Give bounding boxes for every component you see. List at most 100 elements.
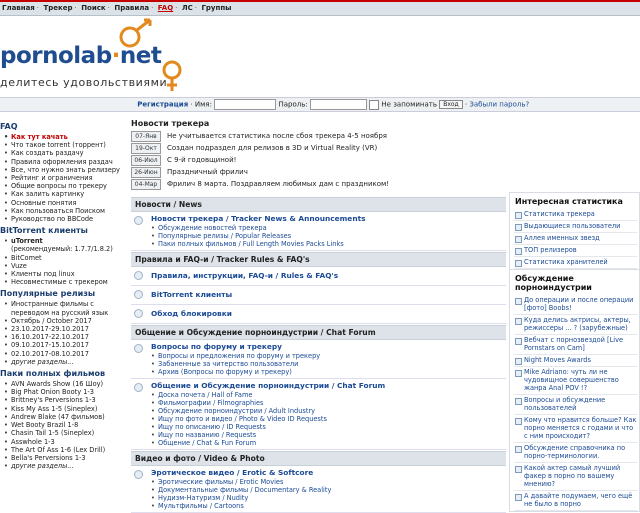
forum-name[interactable]: Эротическое видео / Erotic & Softcore <box>151 468 331 478</box>
packs-item[interactable]: Brittney's Perversions 1-3 <box>2 396 128 404</box>
packs-item[interactable]: Asswhole 1-3 <box>2 438 128 446</box>
forum-name[interactable]: Новости трекера / Tracker News & Announc… <box>151 214 366 224</box>
forum-name[interactable]: Вопросы по форуму и трекеру <box>151 342 320 352</box>
bt-item[interactable]: Несовместимые с трекером <box>2 278 128 286</box>
faq-item[interactable]: Все, что нужно знать релизеру <box>2 166 128 174</box>
subforum-link[interactable]: Ищу по названию / Requests <box>151 431 385 439</box>
subforum-link[interactable]: Вопросы и предложения по форуму и трекер… <box>151 352 320 360</box>
discuss-link[interactable]: Mike Adriano: чуть ли не чудовищное сове… <box>514 367 637 395</box>
packs-item[interactable]: Andrew Blake (47 фильмов) <box>2 413 128 421</box>
stats-link[interactable]: Статистика трекера <box>514 209 637 221</box>
bt-item[interactable]: Клиенты под linux <box>2 270 128 278</box>
packs-item[interactable]: Big Phat Onion Booty 1-3 <box>2 388 128 396</box>
subforum-link[interactable]: Эротические фильмы / Erotic Movies <box>151 478 331 486</box>
faq-item[interactable]: Как создать раздачу <box>2 149 128 157</box>
subforum-link[interactable]: Популярные релизы / Popular Releases <box>151 232 366 240</box>
nav-home[interactable]: Главная <box>2 4 35 12</box>
popular-item[interactable]: 09.10.2017-15.10.2017 <box>2 341 128 349</box>
category-news[interactable]: Новости / News <box>131 197 506 212</box>
site-header: pornolab·net делитесь удовольствиями <box>0 15 640 97</box>
bt-item[interactable]: BitComet <box>2 254 128 262</box>
subforum-link[interactable]: Общение / Chat & Fun Forum <box>151 439 385 447</box>
faq-item[interactable]: Основные понятия <box>2 199 128 207</box>
login-button[interactable]: Вход <box>439 100 463 109</box>
subforum-link[interactable]: Обсуждение новостей трекера <box>151 224 366 232</box>
faq-item[interactable]: Что такое torrent (торрент) <box>2 141 128 149</box>
stats-link[interactable]: ТОП релизеров <box>514 245 637 257</box>
nav-groups[interactable]: Группы <box>201 4 231 12</box>
name-label: Имя: <box>194 100 212 109</box>
forum-name[interactable]: Правила, инструкции, FAQ-и / Rules & FAQ… <box>151 271 338 281</box>
discuss-link[interactable]: Какой актер самый лучший факер в порно п… <box>514 463 637 491</box>
bt-item-utorrent[interactable]: uTorrent(рекомендуемый: 1.7.7/1.8.2) <box>2 237 128 253</box>
packs-item[interactable]: The Art Of Ass 1-6 (Lex Drill) <box>2 446 128 454</box>
forgot-password-link[interactable]: Забыли пароль? <box>469 101 529 109</box>
forum-name[interactable]: BitTorrent клиенты <box>151 290 232 300</box>
packs-item[interactable]: Bella's Perversions 1-3 <box>2 454 128 462</box>
subforum-link[interactable]: Ищу по фото и видео / Photo & Video ID R… <box>151 415 385 423</box>
faq-item[interactable]: Правила оформления раздач <box>2 158 128 166</box>
subforum-link[interactable]: Паки полных фильмов / Full Length Movies… <box>151 240 366 248</box>
faq-item[interactable]: Рейтинг и ограничения <box>2 174 128 182</box>
subforum-link[interactable]: Нудизм-Натуризм / Nudity <box>151 494 331 502</box>
packs-item[interactable]: Kiss My Ass 1-5 (Sineplex) <box>2 405 128 413</box>
stats-link[interactable]: Статистика хранителей <box>514 257 637 269</box>
remember-checkbox[interactable] <box>369 99 380 110</box>
discuss-link[interactable]: Кому что нравится больше? Как порно меня… <box>514 415 637 443</box>
packs-more[interactable]: другие разделы... <box>2 462 128 470</box>
discuss-link[interactable]: А давайте подумаем, чего ещё не было в п… <box>514 491 637 511</box>
discuss-link[interactable]: Обсуждение справочника по порно-терминол… <box>514 443 637 463</box>
forum-name[interactable]: Обход блокировки <box>151 309 232 319</box>
stats-link[interactable]: Аллея именных звезд <box>514 233 637 245</box>
faq-item[interactable]: Как залить картинку <box>2 190 128 198</box>
packs-item[interactable]: Chasin Tail 1-5 (Sineplex) <box>2 429 128 437</box>
nav-faq[interactable]: FAQ <box>158 4 173 12</box>
subforum-link[interactable]: Мультфильмы / Cartoons <box>151 502 331 510</box>
popular-more[interactable]: другие разделы... <box>2 358 128 366</box>
packs-item[interactable]: Wet Booty Brazil 1-8 <box>2 421 128 429</box>
nav-search[interactable]: Поиск <box>81 4 105 12</box>
nav-rules[interactable]: Правила <box>114 4 149 12</box>
subforum-link[interactable]: Фильмографии / Filmographies <box>151 399 385 407</box>
faq-item[interactable]: Общие вопросы по трекеру <box>2 182 128 190</box>
bt-item[interactable]: Vuze <box>2 262 128 270</box>
popular-item[interactable]: Октябрь / October 2017 <box>2 317 128 325</box>
site-logo[interactable]: pornolab·net <box>0 43 162 69</box>
discuss-link[interactable]: Куда делись актрисы, актеры, режиссеры .… <box>514 315 637 335</box>
news-row: 06-Июл С 9-й годовщиной! <box>131 154 506 166</box>
category-rules[interactable]: Правила и FAQ-и / Tracker Rules & FAQ's <box>131 252 506 267</box>
username-input[interactable] <box>214 99 277 110</box>
popular-item[interactable]: 23.10.2017-29.10.2017 <box>2 325 128 333</box>
subforum-link[interactable]: Ищу по описанию / ID Requests <box>151 423 385 431</box>
nav-pm[interactable]: ЛС <box>182 4 193 12</box>
subforum-link[interactable]: Архив (Вопросы по форуму и трекеру) <box>151 368 320 376</box>
popular-item[interactable]: Иностранные фильмы с переводом на русски… <box>2 300 128 316</box>
password-input[interactable] <box>309 99 367 110</box>
subforum-list: Вопросы и предложения по форуму и трекер… <box>151 352 320 376</box>
faq-item[interactable]: Руководство по BBCode <box>2 215 128 223</box>
discuss-link[interactable]: Night Moves Awards <box>514 355 637 367</box>
discuss-link[interactable]: До операции и после операции [фото] Boob… <box>514 295 637 315</box>
news-text[interactable]: Праздничный фрилич <box>167 168 248 176</box>
nav-tracker[interactable]: Трекер <box>43 4 72 12</box>
packs-item[interactable]: AVN Awards Show (16 Шоу) <box>2 380 128 388</box>
category-video[interactable]: Видео и фото / Video & Photo <box>131 451 506 466</box>
news-text[interactable]: Не учитывается статистика после сбоя тре… <box>167 132 387 140</box>
subforum-list: Обсуждение новостей трекера Популярные р… <box>151 224 366 248</box>
faq-item[interactable]: Как тут качать <box>2 133 128 141</box>
category-chat[interactable]: Общение и Обсуждение порноиндустрии / Ch… <box>131 325 506 340</box>
subforum-link[interactable]: Доска почета / Hall of Fame <box>151 391 385 399</box>
news-text[interactable]: Фрилич 8 марта. Поздравляем любимых дам … <box>167 180 389 188</box>
popular-item[interactable]: 02.10.2017-08.10.2017 <box>2 350 128 358</box>
forum-name[interactable]: Общение и Обсуждение порноиндустрии / Ch… <box>151 381 385 391</box>
popular-item[interactable]: 16.10.2017-22.10.2017 <box>2 333 128 341</box>
news-text[interactable]: С 9-й годовщиной! <box>167 156 236 164</box>
faq-item[interactable]: Как пользоваться Поиском <box>2 207 128 215</box>
subforum-link[interactable]: Обсуждение порноиндустрии / Adult Indust… <box>151 407 385 415</box>
subforum-link[interactable]: Забаненные за читерство пользователи <box>151 360 320 368</box>
discuss-link[interactable]: Вебчат с порнозвездой [Live Pornstars on… <box>514 335 637 355</box>
discuss-link[interactable]: Вопросы и обсуждение пользователей <box>514 395 637 415</box>
news-text[interactable]: Создан подраздел для релизов в 3D и Virt… <box>167 144 377 152</box>
stats-link[interactable]: Выдающиеся пользователи <box>514 221 637 233</box>
register-link[interactable]: Регистрация <box>137 101 188 109</box>
